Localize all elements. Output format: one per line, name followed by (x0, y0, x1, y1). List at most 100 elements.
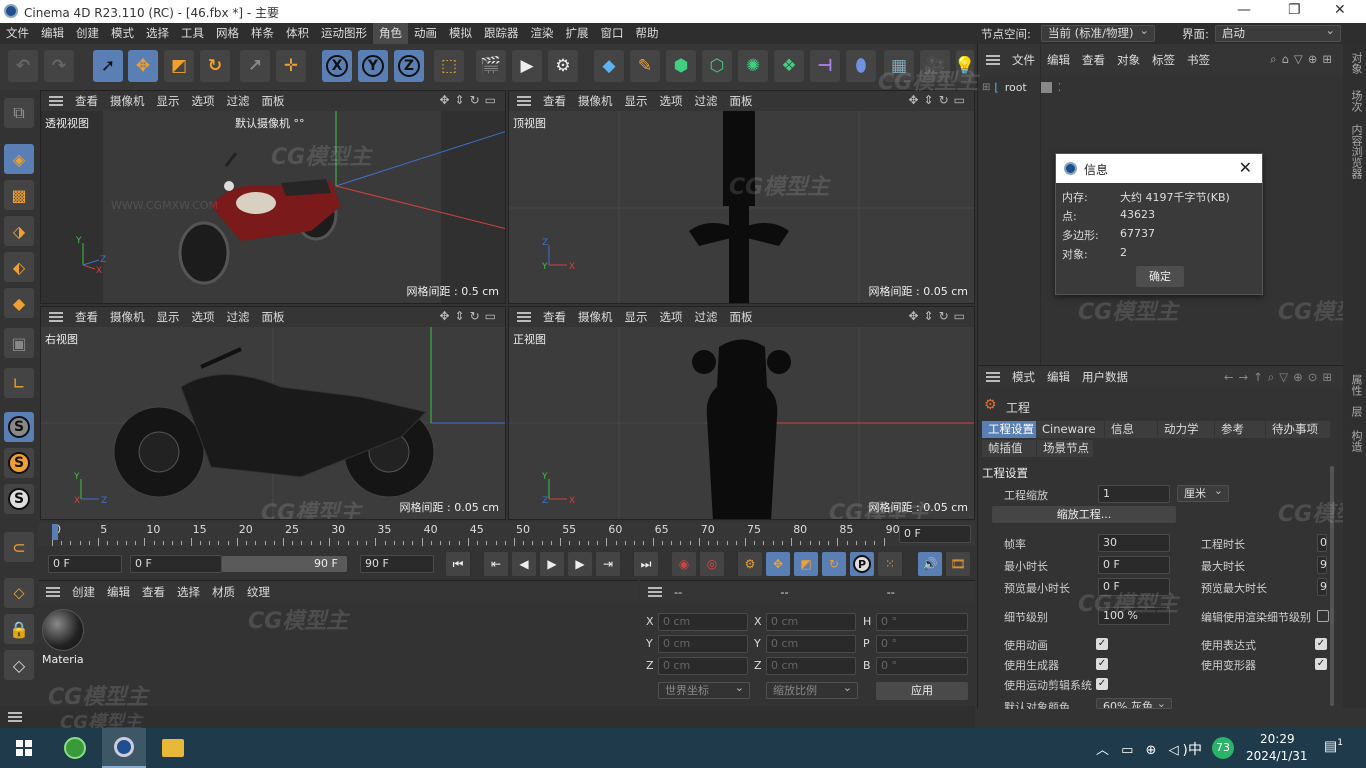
edges-mode-icon[interactable]: ⬖ (4, 252, 34, 282)
vp-menu-display[interactable]: 显示 (151, 309, 186, 325)
render-settings-icon[interactable]: ⚙ (548, 50, 578, 82)
tree-item-root[interactable]: ⊞ ⌊ root ⁚ (982, 78, 1061, 96)
viewport-canvas[interactable]: 透视视图 默认摄像机 °° Y Z X 网格间距 : 0.5 cm CG模型主 … (41, 111, 505, 303)
side-tab-layers[interactable]: 层 (1348, 406, 1364, 417)
select-tool-icon[interactable]: ➚ (93, 50, 123, 82)
menu-item-create[interactable]: 创建 (70, 23, 105, 44)
tab-project-settings[interactable]: 工程设置 (982, 421, 1040, 438)
vp-menu-filter[interactable]: 过滤 (689, 93, 724, 109)
side-tab-content-browser[interactable]: 内容浏览器 (1348, 124, 1364, 179)
mat-menu-material[interactable]: 材质 (206, 584, 241, 600)
om-menu-edit[interactable]: 编辑 (1041, 52, 1076, 68)
mat-menu-select[interactable]: 选择 (171, 584, 206, 600)
cloner-icon[interactable]: ✺ (738, 50, 768, 82)
end-frame-field[interactable]: 90 F (360, 555, 434, 573)
goto-start-icon[interactable]: ⏮ (446, 552, 470, 576)
coord-rot-p[interactable]: 0 ° (876, 635, 968, 653)
pen-icon[interactable]: ✎ (630, 50, 660, 82)
viewport-perspective[interactable]: 查看 摄像机 显示 选项 过滤 面板 ✥⇕↻▭ 透视视图 默认摄像机 °° Y … (40, 90, 506, 304)
tab-info[interactable]: 信息 (1105, 421, 1157, 438)
viewport-canvas[interactable]: 右视图 Y X Z 网格间距 : 0.05 cm CG模型主 (41, 327, 505, 519)
prev-frame-icon[interactable]: ◀ (512, 552, 536, 576)
menu-item-extensions[interactable]: 扩展 (560, 23, 595, 44)
cinema4d-app-icon[interactable] (102, 728, 146, 768)
menu-item-file[interactable]: 文件 (0, 23, 35, 44)
snap-3d-icon[interactable]: S (4, 484, 34, 514)
ime-indicator[interactable]: 中 (1188, 739, 1202, 759)
texture-mode-icon[interactable]: ▩ (4, 180, 34, 210)
menu-item-render[interactable]: 渲染 (525, 23, 560, 44)
viewport-menu-icon[interactable] (49, 96, 63, 106)
vp-menu-view[interactable]: 查看 (537, 309, 572, 325)
use-expressions-checkbox[interactable]: ✓ (1315, 638, 1327, 650)
fps-field[interactable]: 30 (1098, 534, 1170, 552)
clock-date[interactable]: 2024/1/31 (1246, 749, 1308, 763)
interface-select[interactable]: 启动 (1215, 23, 1341, 42)
mat-menu-view[interactable]: 查看 (136, 584, 171, 600)
om-menu-view[interactable]: 查看 (1076, 52, 1111, 68)
polygons-mode-icon[interactable]: ◆ (4, 288, 34, 318)
coord-size-x[interactable]: 0 cm (766, 613, 856, 631)
make-editable-icon[interactable]: ⧉ (4, 98, 34, 128)
coord-rot-b[interactable]: 0 ° (876, 657, 968, 675)
points-mode-icon[interactable]: ⬗ (4, 216, 34, 246)
coord-rot-h[interactable]: 0 ° (876, 613, 968, 631)
viewport-nav-icons[interactable]: ✥⇕↻▭ (439, 93, 501, 107)
rotate-tool-icon[interactable]: ↻ (200, 50, 230, 82)
attr-menu-icon[interactable] (986, 372, 1000, 382)
viewport-canvas[interactable]: 正视图 Y Z X 网格间距 : 0.05 cm CG模型主 (509, 327, 974, 519)
vp-menu-panel[interactable]: 面板 (724, 309, 759, 325)
maximize-button[interactable]: ❐ (1288, 2, 1301, 18)
material-menu-icon[interactable] (46, 587, 60, 597)
start-button-icon[interactable] (16, 740, 32, 756)
vp-menu-options[interactable]: 选项 (186, 309, 221, 325)
tab-cineware[interactable]: Cineware (1036, 421, 1104, 438)
vp-menu-filter[interactable]: 过滤 (221, 93, 256, 109)
menu-item-select[interactable]: 选择 (140, 23, 175, 44)
tab-reference[interactable]: 参考 (1215, 421, 1265, 438)
om-menu-file[interactable]: 文件 (1006, 52, 1041, 68)
attr-toolbar-icons[interactable]: ←→↑⌕▽⊕⊙⊞ (1224, 370, 1337, 385)
snap-icon[interactable]: S (4, 412, 34, 442)
vp-menu-filter[interactable]: 过滤 (689, 309, 724, 325)
menu-item-tools[interactable]: 工具 (175, 23, 210, 44)
coord-menu-icon[interactable] (648, 587, 662, 597)
model-mode-icon[interactable]: ◈ (4, 144, 34, 174)
key-position-icon[interactable]: ✥ (766, 552, 790, 576)
tab-scene-nodes[interactable]: 场景节点 (1037, 440, 1093, 457)
goto-end-icon[interactable]: ⏭ (634, 552, 658, 576)
menu-item-edit[interactable]: 编辑 (35, 23, 70, 44)
planar-workplane-icon[interactable]: ◇ (4, 650, 34, 680)
side-tab-objects[interactable]: 对象 (1348, 52, 1364, 74)
key-scale-icon[interactable]: ◩ (794, 552, 818, 576)
coord-pos-y[interactable]: 0 cm (658, 635, 748, 653)
next-key-icon[interactable]: ⇥ (596, 552, 620, 576)
scale-project-button[interactable]: 缩放工程... (992, 506, 1176, 523)
om-toolbar-icons[interactable]: ⌕⌂▽⊕⊞ (1270, 52, 1337, 67)
film-icon[interactable]: 🎞 (946, 552, 970, 576)
menu-item-mode[interactable]: 模式 (105, 23, 140, 44)
vp-menu-options[interactable]: 选项 (654, 309, 689, 325)
max-time-field[interactable]: 9 (1317, 556, 1327, 574)
vp-menu-display[interactable]: 显示 (619, 93, 654, 109)
om-menu-bookmarks[interactable]: 书签 (1181, 52, 1216, 68)
lod-render-checkbox[interactable] (1317, 610, 1329, 622)
menu-item-window[interactable]: 窗口 (595, 23, 630, 44)
uv-mode-icon[interactable]: ▣ (4, 328, 34, 358)
viewport-menu-icon[interactable] (49, 312, 63, 322)
use-animation-checkbox[interactable]: ✓ (1096, 638, 1108, 650)
next-frame-icon[interactable]: ▶ (568, 552, 592, 576)
mat-menu-edit[interactable]: 编辑 (101, 584, 136, 600)
dots-icon[interactable]: ⁚ (1058, 81, 1062, 94)
cube-icon[interactable]: ◆ (594, 50, 624, 82)
side-tab-attributes[interactable]: 属性 (1348, 374, 1364, 396)
use-generators-checkbox[interactable]: ✓ (1096, 658, 1108, 670)
start-frame-field[interactable]: 0 F (48, 555, 122, 573)
ok-button[interactable]: 确定 (1136, 266, 1184, 287)
menu-item-volume[interactable]: 体积 (280, 23, 315, 44)
menu-item-character[interactable]: 角色 (373, 23, 408, 44)
scale-tool-icon[interactable]: ◩ (164, 50, 194, 82)
om-menu-tags[interactable]: 标签 (1146, 52, 1181, 68)
minimize-button[interactable]: — (1237, 2, 1251, 18)
deformer-icon[interactable]: ⊣ (810, 50, 840, 82)
